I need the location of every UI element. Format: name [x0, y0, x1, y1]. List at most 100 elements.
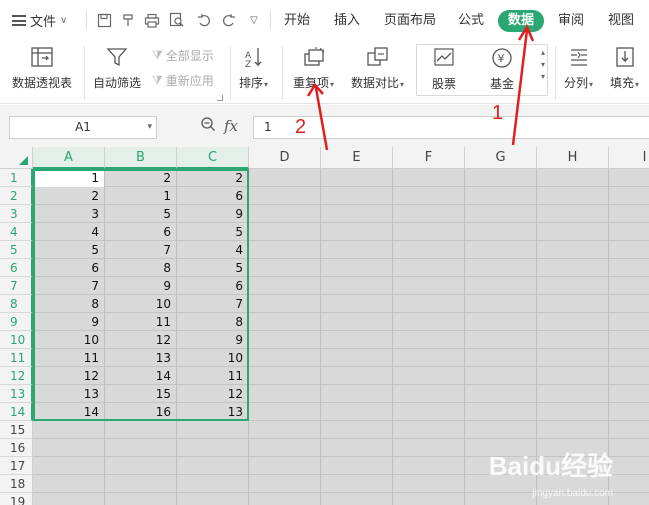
column-header-d[interactable]: D — [249, 147, 321, 169]
tab-formulas[interactable]: 公式 — [458, 10, 484, 32]
cell-b14[interactable]: 16 — [105, 403, 177, 421]
filter-options-launcher[interactable] — [217, 95, 223, 101]
cell-c11[interactable]: 10 — [177, 349, 249, 367]
cell-b7[interactable]: 9 — [105, 277, 177, 295]
column-header-a[interactable]: A — [33, 147, 105, 169]
cell-b2[interactable]: 1 — [105, 187, 177, 205]
cell-b5[interactable]: 7 — [105, 241, 177, 259]
cell-c9[interactable]: 8 — [177, 313, 249, 331]
tab-insert[interactable]: 插入 — [334, 10, 360, 32]
column-header-b[interactable]: B — [105, 147, 177, 169]
show-all-button[interactable]: ⧩ 全部显示 — [152, 47, 214, 64]
cell-b1[interactable]: 2 — [105, 169, 177, 187]
cell-c14[interactable]: 13 — [177, 403, 249, 421]
column-header-c[interactable]: C — [177, 147, 249, 169]
pivot-table-button[interactable]: 数据透视表 — [12, 44, 72, 91]
tab-data[interactable]: 数据 — [498, 10, 545, 32]
row-header-7[interactable]: 7 — [0, 277, 33, 295]
cell-b6[interactable]: 8 — [105, 259, 177, 277]
cell-a4[interactable]: 4 — [33, 223, 105, 241]
cell-c10[interactable]: 9 — [177, 331, 249, 349]
row-header-2[interactable]: 2 — [0, 187, 33, 205]
cell-c1[interactable]: 2 — [177, 169, 249, 187]
cell-c8[interactable]: 7 — [177, 295, 249, 313]
row-header-19[interactable]: 19 — [0, 493, 33, 505]
row-header-13[interactable]: 13 — [0, 385, 33, 403]
duplicates-button[interactable]: 重复项▾ — [293, 44, 334, 91]
formula-input[interactable]: 1 — [253, 116, 649, 139]
cell-b10[interactable]: 12 — [105, 331, 177, 349]
row-header-3[interactable]: 3 — [0, 205, 33, 223]
row-header-14[interactable]: 14 — [0, 403, 33, 421]
cell-a1[interactable]: 1 — [33, 169, 105, 187]
column-header-h[interactable]: H — [537, 147, 609, 169]
funds-button[interactable]: ¥ 基金 — [489, 45, 515, 92]
row-header-6[interactable]: 6 — [0, 259, 33, 277]
stocks-button[interactable]: 股票 — [431, 45, 457, 92]
format-painter-icon[interactable] — [118, 10, 138, 30]
column-header-f[interactable]: F — [393, 147, 465, 169]
cell-c6[interactable]: 5 — [177, 259, 249, 277]
row-header-1[interactable]: 1 — [0, 169, 33, 187]
cell-b3[interactable]: 5 — [105, 205, 177, 223]
cell-c7[interactable]: 6 — [177, 277, 249, 295]
name-box[interactable]: A1 ▾ — [9, 116, 157, 139]
split-column-button[interactable]: 分列▾ — [564, 44, 593, 91]
print-icon[interactable] — [142, 10, 162, 30]
cell-a3[interactable]: 3 — [33, 205, 105, 223]
cell-b9[interactable]: 11 — [105, 313, 177, 331]
cell-a9[interactable]: 9 — [33, 313, 105, 331]
cell-a6[interactable]: 6 — [33, 259, 105, 277]
cell-a8[interactable]: 8 — [33, 295, 105, 313]
cell-b13[interactable]: 15 — [105, 385, 177, 403]
save-icon[interactable] — [94, 10, 114, 30]
row-header-8[interactable]: 8 — [0, 295, 33, 313]
gallery-scroll[interactable]: ▴ ▾ ▾ — [541, 47, 545, 83]
cell-b11[interactable]: 13 — [105, 349, 177, 367]
insert-function-icon[interactable]: fx — [224, 117, 238, 135]
cell-b4[interactable]: 6 — [105, 223, 177, 241]
cell-c5[interactable]: 4 — [177, 241, 249, 259]
tab-home[interactable]: 开始 — [284, 10, 310, 32]
cell-c2[interactable]: 6 — [177, 187, 249, 205]
cell-b8[interactable]: 10 — [105, 295, 177, 313]
row-header-18[interactable]: 18 — [0, 475, 33, 493]
autofilter-button[interactable]: 自动筛选 — [93, 44, 141, 91]
row-header-10[interactable]: 10 — [0, 331, 33, 349]
row-header-9[interactable]: 9 — [0, 313, 33, 331]
row-header-11[interactable]: 11 — [0, 349, 33, 367]
row-header-17[interactable]: 17 — [0, 457, 33, 475]
chevron-down-icon[interactable]: ▾ — [147, 117, 152, 138]
tab-review[interactable]: 审阅 — [558, 10, 584, 32]
undo-icon[interactable] — [194, 10, 214, 30]
column-header-e[interactable]: E — [321, 147, 393, 169]
cell-b12[interactable]: 14 — [105, 367, 177, 385]
zoom-search-icon[interactable] — [200, 116, 216, 135]
tab-view[interactable]: 视图 — [608, 10, 634, 32]
row-header-5[interactable]: 5 — [0, 241, 33, 259]
cell-c13[interactable]: 12 — [177, 385, 249, 403]
file-menu[interactable]: 文件 ∨ — [12, 11, 67, 30]
print-preview-icon[interactable] — [167, 10, 187, 30]
row-header-4[interactable]: 4 — [0, 223, 33, 241]
cell-c12[interactable]: 11 — [177, 367, 249, 385]
cell-a12[interactable]: 12 — [33, 367, 105, 385]
cell-a7[interactable]: 7 — [33, 277, 105, 295]
row-header-15[interactable]: 15 — [0, 421, 33, 439]
row-header-16[interactable]: 16 — [0, 439, 33, 457]
cell-a5[interactable]: 5 — [33, 241, 105, 259]
cell-a2[interactable]: 2 — [33, 187, 105, 205]
reapply-button[interactable]: ⧩ 重新应用 — [152, 72, 214, 89]
cell-a13[interactable]: 13 — [33, 385, 105, 403]
column-header-i[interactable]: I — [609, 147, 649, 169]
cell-c3[interactable]: 9 — [177, 205, 249, 223]
cell-a11[interactable]: 11 — [33, 349, 105, 367]
row-header-12[interactable]: 12 — [0, 367, 33, 385]
fill-button[interactable]: 填充▾ — [610, 44, 639, 91]
more-dropdown-icon[interactable]: ▽ — [244, 10, 264, 30]
sort-button[interactable]: AZ 排序▾ — [239, 44, 268, 91]
select-all-corner[interactable] — [0, 147, 33, 169]
cell-a10[interactable]: 10 — [33, 331, 105, 349]
column-header-g[interactable]: G — [465, 147, 537, 169]
redo-icon[interactable] — [218, 10, 238, 30]
